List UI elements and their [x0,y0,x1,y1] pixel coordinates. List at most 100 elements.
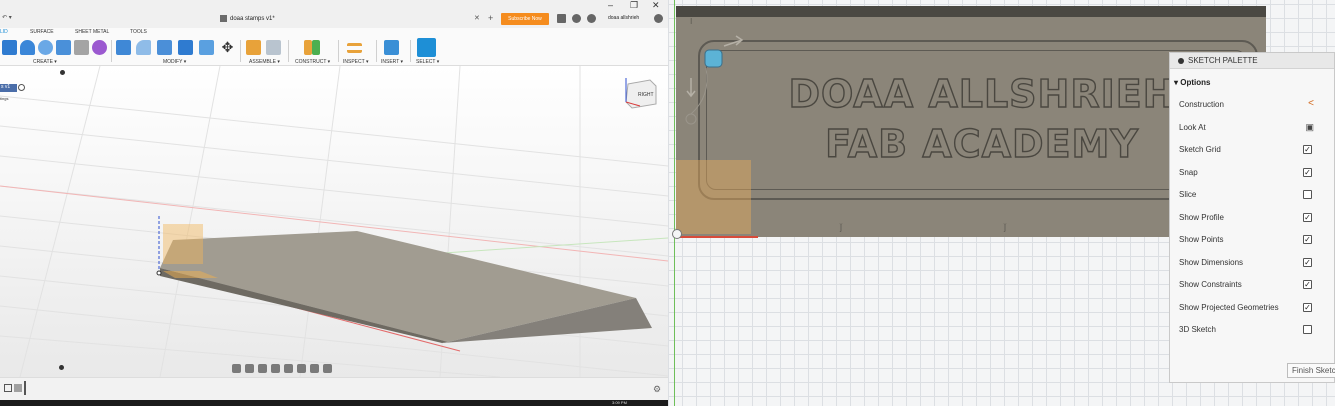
browser-dot-icon [60,70,65,75]
tab-surface[interactable]: SURFACE [30,29,54,35]
new-tab-icon[interactable]: + [488,13,493,23]
restore-icon[interactable]: ❐ [630,0,638,11]
origin-point[interactable] [156,270,162,276]
sketch-palette-header[interactable]: SKETCH PALETTE [1170,53,1334,69]
show-constraints-checkbox[interactable]: ✓ [1303,279,1312,289]
shell-icon[interactable] [178,40,193,55]
show-points-checkbox[interactable]: ✓ [1303,234,1312,244]
press-pull-icon[interactable] [116,40,131,55]
group-select[interactable]: SELECT ▾ [416,59,439,65]
slice-checkbox[interactable] [1303,189,1312,199]
option-show-profile[interactable]: Show Profile ✓ [1179,210,1329,224]
browser-root[interactable] [0,70,70,78]
jobs-icon[interactable] [572,14,581,23]
new-component-icon[interactable] [2,40,17,55]
select-icon[interactable] [417,38,436,57]
origin-point[interactable] [672,229,682,239]
fillet-icon[interactable] [136,40,151,55]
comments-dot-icon[interactable] [59,365,64,370]
pan-icon[interactable] [258,363,267,373]
sweep-icon[interactable] [56,40,71,55]
origin-plane [163,224,203,264]
viewcube-face-label[interactable]: RIGHT [638,92,654,98]
3d-sketch-checkbox[interactable] [1303,324,1312,334]
palette-pin-icon[interactable] [1178,57,1184,64]
extrude-icon[interactable] [20,40,35,55]
new-component-assemble-icon[interactable] [246,40,261,55]
group-create[interactable]: CREATE ▾ [33,59,57,65]
finish-sketch-button[interactable]: Finish Sketch [1287,363,1335,378]
joint-icon[interactable] [266,40,281,55]
minimize-icon[interactable]: – [608,0,613,10]
undo-icon[interactable]: ↶ ▾ [2,14,12,21]
browser-sketches-label[interactable]: tings [0,96,8,101]
option-3d-sketch[interactable]: 3D Sketch [1179,322,1329,336]
tab-sheet-metal[interactable]: SHEET METAL [75,29,109,35]
option-slice[interactable]: Slice [1179,187,1329,201]
snap-checkbox[interactable]: ✓ [1303,167,1312,177]
group-inspect[interactable]: INSPECT ▾ [343,59,368,65]
options-section-header[interactable]: ▾ Options [1170,75,1334,89]
zoom-icon[interactable] [271,363,280,373]
option-show-points[interactable]: Show Points ✓ [1179,232,1329,246]
chat-icon[interactable] [557,14,566,23]
display-settings-icon[interactable] [297,363,306,373]
combine-icon[interactable] [199,40,214,55]
group-modify[interactable]: MODIFY ▾ [163,59,186,65]
taskbar [0,400,668,406]
orbit-icon[interactable] [232,363,241,373]
close-tab-icon[interactable]: ✕ [474,14,480,22]
stamp-text-line1[interactable]: DOAA ALLSHRIEH [772,71,1192,116]
group-assemble[interactable]: ASSEMBLE ▾ [249,59,280,65]
grid-settings-icon[interactable] [310,363,319,373]
plane-icon[interactable] [312,40,320,55]
component-chip[interactable]: s v1 [0,84,17,92]
close-icon[interactable]: ✕ [652,0,660,11]
construction-icon[interactable]: < [1308,99,1314,109]
timeline-extrude-icon[interactable] [14,384,22,392]
group-insert[interactable]: INSERT ▾ [381,59,403,65]
tab-solid[interactable]: LID [0,29,8,35]
option-sketch-grid[interactable]: Sketch Grid ✓ [1179,142,1329,156]
option-show-projected-geometries[interactable]: Show Projected Geometries ✓ [1179,300,1329,314]
document-tab[interactable]: doaa stamps v1* [220,15,275,22]
option-construction[interactable]: Construction < [1179,97,1329,111]
group-construct[interactable]: CONSTRUCT ▾ [295,59,330,65]
tab-tools[interactable]: TOOLS [130,29,147,35]
look-at-nav-icon[interactable] [245,363,254,373]
component-activate-icon[interactable] [18,84,25,91]
option-label: Construction [1179,99,1224,109]
loft-icon[interactable] [74,40,89,55]
show-profile-checkbox[interactable]: ✓ [1303,212,1312,222]
chamfer-icon[interactable] [157,40,172,55]
navigation-bar [232,362,332,374]
option-look-at[interactable]: Look At ▣ [1179,120,1329,134]
timeline-settings-icon[interactable]: ⚙ [653,384,661,395]
stamp-inner-border[interactable] [706,50,1246,190]
option-snap[interactable]: Snap ✓ [1179,165,1329,179]
form-icon[interactable] [92,40,107,55]
sketch-grid-checkbox[interactable]: ✓ [1303,144,1312,154]
move-icon[interactable]: ✥ [220,40,235,55]
revolve-icon[interactable] [38,40,53,55]
option-show-dimensions[interactable]: Show Dimensions ✓ [1179,255,1329,269]
show-projected-geometries-checkbox[interactable]: ✓ [1303,302,1312,312]
help-icon[interactable] [654,14,663,23]
fit-icon[interactable] [284,363,293,373]
3d-viewport[interactable] [0,65,668,378]
timeline-sketch-icon[interactable] [4,384,12,392]
notifications-icon[interactable] [587,14,596,23]
viewport-canvas[interactable] [0,65,668,378]
look-at-icon[interactable]: ▣ [1305,122,1314,132]
show-dimensions-checkbox[interactable]: ✓ [1303,257,1312,267]
insert-image-icon[interactable] [384,40,399,55]
offset-plane-icon[interactable] [304,40,312,55]
window-titlebar: – ❐ ✕ [0,0,668,12]
measure-icon[interactable] [347,43,362,53]
subscribe-button[interactable]: Subscribe Now [501,13,549,25]
option-show-constraints[interactable]: Show Constraints ✓ [1179,277,1329,291]
user-name[interactable]: doaa allshrieh [608,15,639,21]
stamp-text-line2[interactable]: FAB ACADEMY [772,121,1192,166]
viewports-icon[interactable] [323,363,332,373]
timeline-marker[interactable] [24,381,26,395]
